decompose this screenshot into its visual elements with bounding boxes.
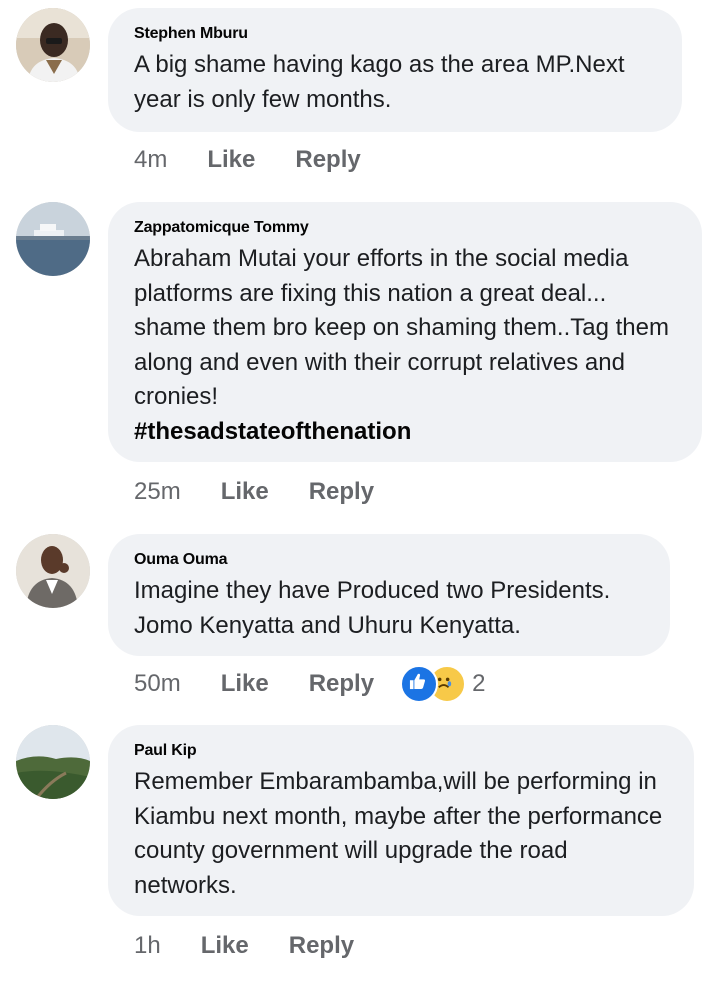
comment-bubble: Ouma Ouma Imagine they have Produced two… [108, 534, 670, 656]
like-button[interactable]: Like [207, 146, 255, 174]
avatar[interactable] [16, 8, 90, 82]
avatar[interactable] [16, 202, 90, 276]
hashtag-link[interactable]: #thesadstateofthenation [134, 415, 676, 450]
comment-author[interactable]: Paul Kip [134, 741, 668, 761]
comment-author[interactable]: Stephen Mburu [134, 24, 656, 44]
comment-actions: 50m Like Reply 2 [134, 665, 485, 703]
reply-button[interactable]: Reply [309, 478, 374, 506]
comment-actions: 4m Like Reply [134, 143, 361, 177]
comment-timestamp[interactable]: 25m [134, 478, 181, 506]
like-button[interactable]: Like [201, 932, 249, 960]
comment-bubble: Stephen Mburu A big shame having kago as… [108, 8, 682, 132]
comment-text: Abraham Mutai your efforts in the social… [134, 242, 676, 449]
comment-timestamp[interactable]: 1h [134, 932, 161, 960]
like-icon [400, 665, 439, 703]
comment-timestamp[interactable]: 4m [134, 146, 167, 174]
reply-button[interactable]: Reply [309, 670, 374, 698]
comment-body: Abraham Mutai your efforts in the social… [134, 245, 669, 410]
comment-text: A big shame having kago as the area MP.N… [134, 51, 625, 113]
comment-timestamp[interactable]: 50m [134, 670, 181, 698]
comment-text: Imagine they have Produced two President… [134, 577, 611, 639]
like-button[interactable]: Like [221, 670, 269, 698]
comment-actions: 1h Like Reply [134, 929, 354, 963]
comment-author[interactable]: Zappatomicque Tommy [134, 218, 676, 238]
comment-actions: 25m Like Reply [134, 475, 374, 509]
avatar[interactable] [16, 725, 90, 799]
reaction-count: 2 [472, 670, 486, 697]
reply-button[interactable]: Reply [289, 932, 354, 960]
comment-author[interactable]: Ouma Ouma [134, 550, 644, 570]
avatar[interactable] [16, 534, 90, 608]
comment-text: Remember Embarambamba,will be performing… [134, 768, 663, 899]
reply-button[interactable]: Reply [295, 146, 360, 174]
like-button[interactable]: Like [221, 478, 269, 506]
comment-bubble: Zappatomicque Tommy Abraham Mutai your e… [108, 202, 702, 462]
comment-bubble: Paul Kip Remember Embarambamba,will be p… [108, 725, 694, 916]
reactions-summary[interactable]: 2 [400, 665, 485, 703]
